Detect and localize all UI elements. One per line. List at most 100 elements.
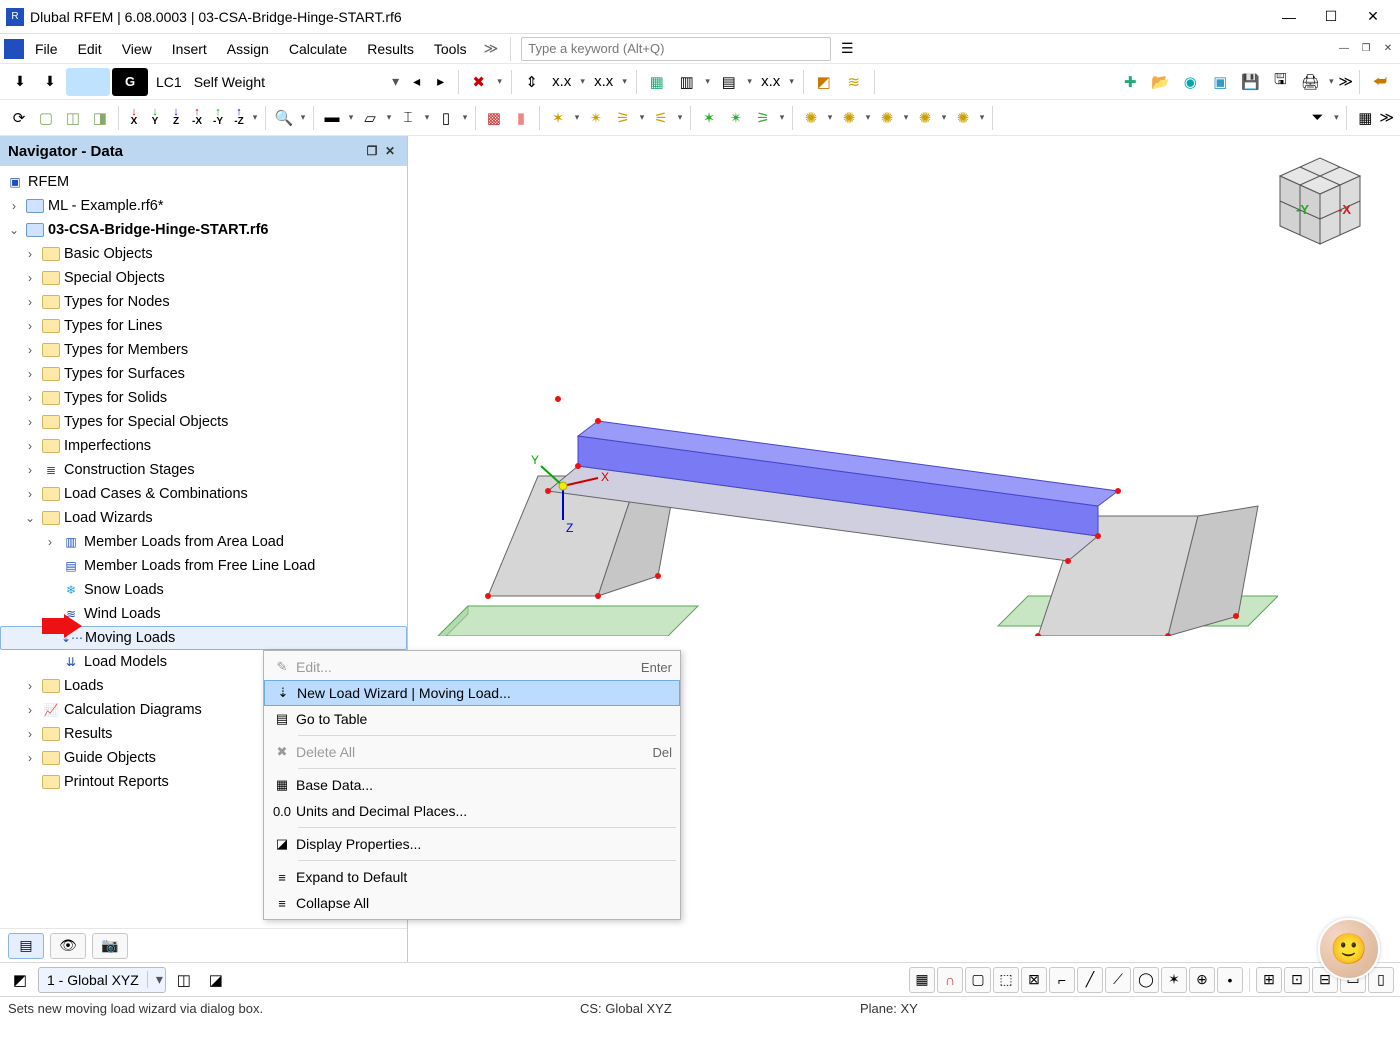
pointer-icon[interactable]: ⮨ <box>1366 68 1394 96</box>
block-icon[interactable]: ▣ <box>1206 68 1234 96</box>
load-set5-icon[interactable]: ✺ <box>950 104 976 132</box>
surface-stress-icon[interactable]: ▦ <box>643 68 671 96</box>
grid-panel-icon[interactable]: ▦ <box>1352 104 1378 132</box>
cloud-icon[interactable]: ◉ <box>1176 68 1204 96</box>
annotation2-icon[interactable]: x.x <box>590 68 618 96</box>
tree-group[interactable]: ›Basic Objects <box>0 242 407 266</box>
coord-system-combo[interactable]: 1 - Global XYZ ▾ <box>38 967 166 993</box>
tree-group[interactable]: ›Imperfections <box>0 434 407 458</box>
menu-file[interactable]: File <box>26 37 67 61</box>
dropdown-icon[interactable]: ▾ <box>637 112 647 123</box>
dropdown-icon[interactable]: ▾ <box>787 76 797 87</box>
tree-item[interactable]: ❄ Snow Loads <box>0 578 407 602</box>
load-set1-icon[interactable]: ✺ <box>798 104 824 132</box>
view-x-icon[interactable]: ↓X <box>124 105 144 131</box>
view-z-icon[interactable]: ↓Z <box>166 105 186 131</box>
lc-color-icon[interactable] <box>66 68 110 96</box>
tree-group[interactable]: ›Types for Solids <box>0 386 407 410</box>
arrow-down-icon[interactable]: ⬇ <box>6 68 34 96</box>
view-neg-x-icon[interactable]: ↑-X <box>187 105 207 131</box>
prev-loadcase-button[interactable]: ◂ <box>406 69 428 95</box>
dropdown-icon[interactable]: ▾ <box>977 112 987 123</box>
mdi-minimize-icon[interactable]: — <box>1336 41 1352 57</box>
context-item[interactable]: ▤Go to Table <box>264 706 680 732</box>
mesh-refine-icon[interactable]: ▩ <box>481 104 507 132</box>
snap-diag-icon[interactable]: ⬚ <box>993 967 1019 993</box>
load-free3-icon[interactable]: ⚞ <box>750 104 776 132</box>
lc-category[interactable]: G <box>112 68 148 96</box>
expand-icon[interactable]: › <box>22 391 38 405</box>
support-icon[interactable]: ⌶ <box>395 104 421 132</box>
menu-results[interactable]: Results <box>358 37 423 61</box>
load-free2-icon[interactable]: ✴ <box>723 104 749 132</box>
view-neg-y-icon[interactable]: ↑-Y <box>208 105 228 131</box>
save-as-icon[interactable]: 🖫 <box>1266 68 1294 96</box>
menu-insert[interactable]: Insert <box>163 37 216 61</box>
mdi-restore-icon[interactable]: ❐ <box>1358 41 1374 57</box>
chevron-down-icon[interactable]: ▾ <box>388 73 404 90</box>
dropdown-icon[interactable]: ▾ <box>620 76 630 87</box>
guide5-icon[interactable]: ▯ <box>1368 967 1394 993</box>
refresh-view-icon[interactable]: ⟳ <box>6 104 32 132</box>
dropdown-icon[interactable]: ▾ <box>863 112 873 123</box>
save-icon[interactable]: 💾 <box>1236 68 1264 96</box>
render-icon[interactable]: ▬ <box>319 104 345 132</box>
annotation-icon[interactable]: x.x <box>548 68 576 96</box>
expand-icon[interactable]: › <box>22 463 38 477</box>
view-cube[interactable]: -Y -X <box>1260 148 1380 258</box>
osnap-int-icon[interactable]: ✶ <box>1161 967 1187 993</box>
dropdown-icon[interactable]: ▾ <box>422 112 432 123</box>
tree-item[interactable]: › ▥ Member Loads from Area Load <box>0 530 407 554</box>
section-icon[interactable]: ◩ <box>810 68 838 96</box>
menu-tools[interactable]: Tools <box>425 37 476 61</box>
expand-icon[interactable]: › <box>22 751 38 765</box>
dropdown-icon[interactable]: ▾ <box>495 76 505 87</box>
tree-group[interactable]: ›Load Cases & Combinations <box>0 482 407 506</box>
menu-overflow-icon[interactable]: ≫ <box>478 40 505 57</box>
dropdown-icon[interactable]: ▾ <box>745 76 755 87</box>
guide2-icon[interactable]: ⊡ <box>1284 967 1310 993</box>
assistant-avatar[interactable]: 🙂 <box>1318 918 1380 980</box>
tree-group[interactable]: ›Types for Lines <box>0 314 407 338</box>
next-loadcase-button[interactable]: ▸ <box>430 69 452 95</box>
close-panel-icon[interactable]: ✕ <box>381 144 399 158</box>
nav-tab-data[interactable]: ▤ <box>8 933 44 959</box>
tree-item[interactable]: ▤ Member Loads from Free Line Load <box>0 554 407 578</box>
toolbar-overflow-icon[interactable]: ≫ <box>1379 109 1394 126</box>
expand-icon[interactable]: › <box>22 679 38 693</box>
context-item[interactable]: ≡Collapse All <box>264 890 680 916</box>
arrow-down2-icon[interactable]: ⬇ <box>36 68 64 96</box>
collapse-icon[interactable]: ⌄ <box>22 511 38 525</box>
context-item[interactable]: ▦Base Data... <box>264 772 680 798</box>
value-label-icon[interactable]: x.x <box>757 68 785 96</box>
expand-icon[interactable]: › <box>22 343 38 357</box>
osnap-center-icon[interactable]: ⊕ <box>1189 967 1215 993</box>
osnap-node-icon[interactable]: • <box>1217 967 1243 993</box>
plane-yz-icon[interactable]: ◪ <box>202 966 230 994</box>
menu-edit[interactable]: Edit <box>69 37 111 61</box>
expand-icon[interactable]: › <box>6 199 22 213</box>
view-neg-z-icon[interactable]: ↑-Z <box>229 105 249 131</box>
load-member-icon[interactable]: ⚞ <box>610 104 636 132</box>
dropdown-icon[interactable]: ▾ <box>1326 76 1336 87</box>
close-button[interactable]: ✕ <box>1352 2 1394 32</box>
mdi-close-icon[interactable]: ✕ <box>1380 41 1396 57</box>
dropdown-icon[interactable]: ▾ <box>939 112 949 123</box>
open-icon[interactable]: 📂 <box>1146 68 1174 96</box>
view-y-icon[interactable]: ↓Y <box>145 105 165 131</box>
expand-icon[interactable]: › <box>22 415 38 429</box>
load-line-icon[interactable]: ✴ <box>583 104 609 132</box>
dropdown-icon[interactable]: ▾ <box>460 112 470 123</box>
workplane-icon[interactable]: ◩ <box>6 966 34 994</box>
osnap-end-icon[interactable]: ⊠ <box>1021 967 1047 993</box>
expand-icon[interactable]: › <box>22 703 38 717</box>
iso-icon[interactable]: ▥ <box>673 68 701 96</box>
menu-calculate[interactable]: Calculate <box>280 37 356 61</box>
expand-icon[interactable]: › <box>42 535 58 549</box>
snap-rect-icon[interactable]: ▢ <box>965 967 991 993</box>
snap-grid-icon[interactable]: ▦ <box>909 967 935 993</box>
tree-group[interactable]: ›Types for Special Objects <box>0 410 407 434</box>
osnap-perp-icon[interactable]: ⌐ <box>1049 967 1075 993</box>
dropdown-icon[interactable]: ▾ <box>675 112 685 123</box>
loadcase-combo[interactable]: LC1 Self Weight ▾ <box>150 69 404 95</box>
